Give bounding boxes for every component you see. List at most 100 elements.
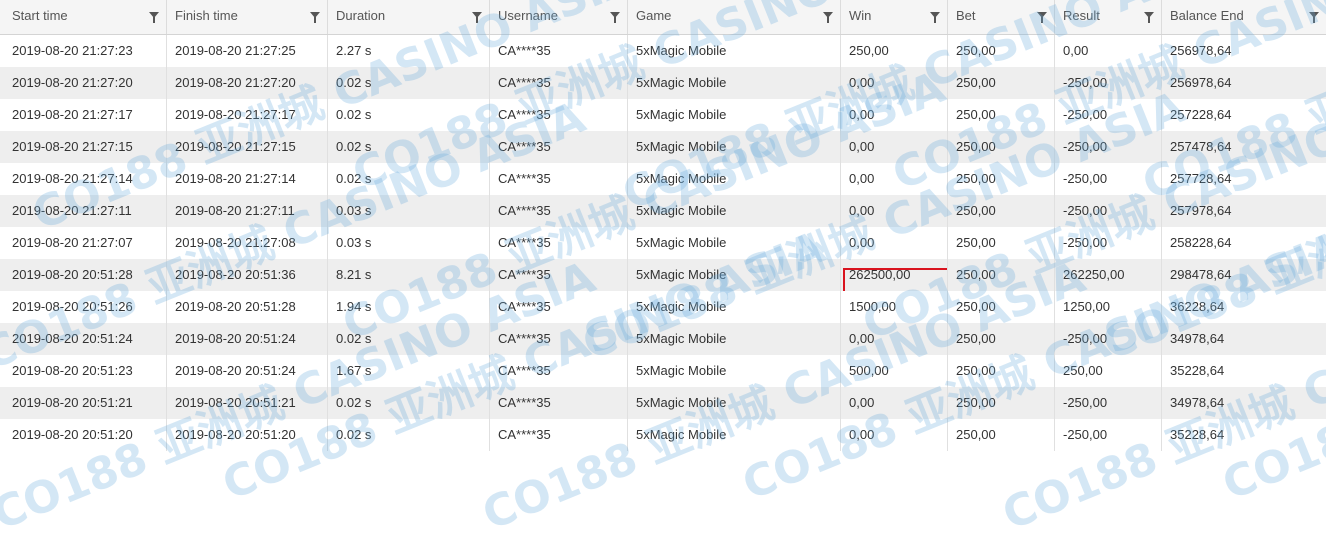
table-row[interactable]: 2019-08-20 20:51:24 2019-08-20 20:51:24 0.…	[0, 323, 1326, 355]
cell-value: 250,00	[956, 203, 996, 218]
cell-value: -250,00	[1063, 75, 1108, 90]
table-cell-finish-time: 2019-08-20 20:51:21	[166, 387, 327, 419]
table-cell-username: CA****35	[489, 195, 627, 227]
table-row[interactable]: 2019-08-20 20:51:21 2019-08-20 20:51:21 0.…	[0, 387, 1326, 419]
table-cell-finish-time: 2019-08-20 21:27:08	[166, 227, 327, 259]
table-cell-start-time: 2019-08-20 20:51:24	[0, 323, 166, 355]
cell-value: 1.67 s	[336, 363, 372, 378]
cell-value: 2019-08-20 21:27:20	[175, 75, 296, 90]
cell-value: 250,00	[956, 75, 996, 90]
cell-value: 298478,64	[1170, 267, 1232, 282]
filter-icon[interactable]	[472, 12, 482, 23]
cell-value: 262500,00	[843, 267, 947, 291]
cell-value: 2019-08-20 20:51:28	[12, 267, 133, 282]
table-cell-username: CA****35	[489, 323, 627, 355]
cell-value: 2019-08-20 21:27:17	[175, 107, 296, 122]
cell-value: 2019-08-20 21:27:11	[175, 203, 295, 218]
column-header-bet[interactable]: Bet	[947, 0, 1054, 34]
table-cell-bet: 250,00	[947, 195, 1054, 227]
table-row[interactable]: 2019-08-20 21:27:14 2019-08-20 21:27:14 0.…	[0, 163, 1326, 195]
cell-value: 0.02 s	[336, 171, 372, 186]
cell-value: 250,00	[956, 395, 996, 410]
cell-value: 250,00	[956, 43, 996, 58]
cell-value: 250,00	[956, 267, 996, 282]
cell-value: 2019-08-20 21:27:15	[175, 139, 296, 154]
cell-value: CA****35	[498, 171, 551, 186]
cell-value: 2019-08-20 21:27:20	[12, 75, 133, 90]
cell-value: -250,00	[1063, 235, 1108, 250]
table-cell-result: 0,00	[1054, 35, 1161, 67]
cell-value: 0.02 s	[336, 139, 372, 154]
cell-value: 250,00	[1063, 363, 1103, 378]
table-cell-result: -250,00	[1054, 131, 1161, 163]
cell-value: 1500,00	[849, 299, 896, 314]
cell-value: -250,00	[1063, 139, 1108, 154]
cell-value: 5xMagic Mobile	[636, 171, 727, 186]
table-cell-username: CA****35	[489, 35, 627, 67]
cell-value: CA****35	[498, 395, 551, 410]
filter-icon[interactable]	[610, 12, 620, 23]
table-cell-finish-time: 2019-08-20 20:51:24	[166, 355, 327, 387]
table-cell-game: 5xMagic Mobile	[627, 355, 840, 387]
table-cell-balance-end: 35228,64	[1161, 419, 1326, 451]
table-cell-username: CA****35	[489, 67, 627, 99]
table-cell-balance-end: 257978,64	[1161, 195, 1326, 227]
column-header-username[interactable]: Username	[489, 0, 627, 34]
cell-value: CA****35	[498, 75, 551, 90]
table-row[interactable]: 2019-08-20 21:27:11 2019-08-20 21:27:11 0.…	[0, 195, 1326, 227]
cell-value: 2019-08-20 21:27:15	[12, 139, 133, 154]
column-header-label: Finish time	[175, 8, 238, 23]
table-row[interactable]: 2019-08-20 21:27:20 2019-08-20 21:27:20 0.…	[0, 67, 1326, 99]
table-cell-bet: 250,00	[947, 323, 1054, 355]
column-header-label: Start time	[12, 8, 68, 23]
filter-icon[interactable]	[1037, 12, 1047, 23]
column-header-label: Balance End	[1170, 8, 1244, 23]
table-cell-start-time: 2019-08-20 20:51:26	[0, 291, 166, 323]
table-row[interactable]: 2019-08-20 21:27:07 2019-08-20 21:27:08 0.…	[0, 227, 1326, 259]
table-cell-duration: 1.67 s	[327, 355, 489, 387]
filter-icon[interactable]	[823, 12, 833, 23]
cell-value: 8.21 s	[336, 267, 372, 282]
column-header-game[interactable]: Game	[627, 0, 840, 34]
column-header-win[interactable]: Win	[840, 0, 947, 34]
cell-value: 2019-08-20 20:51:24	[175, 363, 296, 378]
table-cell-start-time: 2019-08-20 20:51:21	[0, 387, 166, 419]
cell-value: 0.02 s	[336, 395, 372, 410]
bet-history-table: Start time Finish time Duration Username Gam…	[0, 0, 1326, 451]
table-cell-finish-time: 2019-08-20 21:27:11	[166, 195, 327, 227]
cell-value: 0.02 s	[336, 331, 372, 346]
cell-value: 2019-08-20 20:51:36	[175, 267, 296, 282]
cell-value: 5xMagic Mobile	[636, 139, 727, 154]
cell-value: 2019-08-20 20:51:20	[12, 427, 133, 442]
table-row[interactable]: 2019-08-20 21:27:17 2019-08-20 21:27:17 0.…	[0, 99, 1326, 131]
column-header-result[interactable]: Result	[1054, 0, 1161, 34]
table-row[interactable]: 2019-08-20 21:27:23 2019-08-20 21:27:25 2.…	[0, 35, 1326, 67]
cell-value: CA****35	[498, 299, 551, 314]
table-row[interactable]: 2019-08-20 20:51:26 2019-08-20 20:51:28 1.…	[0, 291, 1326, 323]
column-header-finish-time[interactable]: Finish time	[166, 0, 327, 34]
column-header-duration[interactable]: Duration	[327, 0, 489, 34]
table-row[interactable]: 2019-08-20 21:27:15 2019-08-20 21:27:15 0.…	[0, 131, 1326, 163]
filter-icon[interactable]	[1144, 12, 1154, 23]
table-cell-result: -250,00	[1054, 323, 1161, 355]
filter-icon[interactable]	[310, 12, 320, 23]
table-row[interactable]: 2019-08-20 20:51:23 2019-08-20 20:51:24 1.…	[0, 355, 1326, 387]
table-cell-bet: 250,00	[947, 99, 1054, 131]
cell-value: 250,00	[956, 139, 996, 154]
table-cell-win: 0,00	[840, 387, 947, 419]
table-cell-game: 5xMagic Mobile	[627, 387, 840, 419]
table-cell-finish-time: 2019-08-20 20:51:36	[166, 259, 327, 291]
column-header-balance-end[interactable]: Balance End	[1161, 0, 1326, 34]
filter-icon[interactable]	[149, 12, 159, 23]
cell-value: 2019-08-20 21:27:07	[12, 235, 133, 250]
column-header-start-time[interactable]: Start time	[0, 0, 166, 34]
table-row[interactable]: 2019-08-20 20:51:28 2019-08-20 20:51:36 8.…	[0, 259, 1326, 291]
table-row[interactable]: 2019-08-20 20:51:20 2019-08-20 20:51:20 0.…	[0, 419, 1326, 451]
filter-icon[interactable]	[1309, 12, 1319, 23]
filter-icon[interactable]	[930, 12, 940, 23]
cell-value: 2019-08-20 21:27:25	[175, 43, 296, 58]
table-cell-bet: 250,00	[947, 163, 1054, 195]
cell-value: CA****35	[498, 107, 551, 122]
table-cell-win: 0,00	[840, 99, 947, 131]
table-cell-win: 0,00	[840, 163, 947, 195]
